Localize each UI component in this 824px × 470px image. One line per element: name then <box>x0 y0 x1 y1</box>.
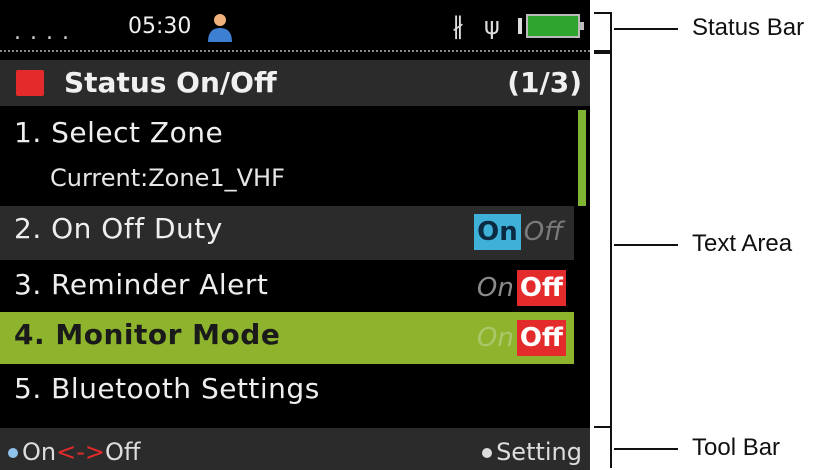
text-area-bracket <box>594 52 612 428</box>
usb-icon: ψ <box>484 12 500 40</box>
bullet-icon <box>8 448 18 458</box>
page-indicator: (1/3) <box>507 66 582 99</box>
toggle-off-option: Off <box>516 270 566 306</box>
status-bar-leader <box>614 28 678 30</box>
person-icon <box>208 14 232 42</box>
menu-item-bluetooth-settings[interactable]: 5. Bluetooth Settings <box>0 366 574 418</box>
softkey-setting-label: Setting <box>496 438 582 466</box>
clock-time: 05:30 <box>128 14 192 39</box>
battery-icon <box>526 14 584 38</box>
menu-item-monitor-mode[interactable]: 4. Monitor Mode On Off <box>0 312 574 364</box>
bullet-icon <box>482 448 493 458</box>
status-bar-annotation: Status Bar <box>692 14 805 41</box>
status-bar: . . . . 05:30 ∦ ψ <box>0 0 590 52</box>
status-bar-bracket <box>594 12 612 52</box>
text-area-leader <box>614 244 678 246</box>
current-zone-value: Current:Zone1_VHF <box>50 164 285 192</box>
softkey-right[interactable]: Setting <box>482 438 582 466</box>
toggle-on-option: On <box>476 323 514 353</box>
signal-dots: . . . . <box>14 20 70 45</box>
menu-item-label: 5. Bluetooth Settings <box>14 372 320 405</box>
menu-item-reminder-alert[interactable]: 3. Reminder Alert On Off <box>0 262 574 312</box>
menu-header: Status On/Off (1/3) <box>0 60 590 106</box>
bluetooth-icon: ∦ <box>452 12 464 40</box>
menu-item-on-off-duty[interactable]: 2. On Off Duty On Off <box>0 206 574 260</box>
softkey-left[interactable]: On<->Off <box>8 438 140 466</box>
softkey-on-label: On <box>22 438 57 466</box>
menu-item-select-zone[interactable]: 1. Select Zone Current:Zone1_VHF <box>0 110 574 206</box>
menu-indicator-icon <box>16 70 44 96</box>
toggle-off-option: Off <box>516 320 566 356</box>
menu-item-label: 3. Reminder Alert <box>14 268 269 301</box>
menu-item-label: 4. Monitor Mode <box>14 318 281 351</box>
scrollbar[interactable] <box>578 110 586 206</box>
tool-bar-leader <box>614 448 678 450</box>
signal-bar-icon <box>518 18 522 34</box>
reminder-alert-toggle[interactable]: On Off <box>474 270 566 308</box>
tool-bar-annotation: Tool Bar <box>692 434 781 461</box>
menu-item-label: 1. Select Zone <box>14 116 224 149</box>
device-screen: . . . . 05:30 ∦ ψ Status On/Off (1/3) 1.… <box>0 0 590 470</box>
status-divider <box>0 50 590 52</box>
monitor-mode-toggle[interactable]: On Off <box>474 320 566 358</box>
toggle-on-option: On <box>474 214 521 250</box>
swap-arrow-icon: <-> <box>56 438 105 466</box>
menu-title: Status On/Off <box>64 66 277 99</box>
softkey-off-label: Off <box>105 438 141 466</box>
menu-item-label: 2. On Off Duty <box>14 212 223 245</box>
on-off-duty-toggle[interactable]: On Off <box>474 214 566 252</box>
toggle-off-option: Off <box>523 217 563 247</box>
tool-bar: On<->Off Setting <box>0 428 590 470</box>
text-area-annotation: Text Area <box>692 230 793 257</box>
tool-bar-bracket <box>594 426 612 468</box>
toggle-on-option: On <box>476 273 514 303</box>
